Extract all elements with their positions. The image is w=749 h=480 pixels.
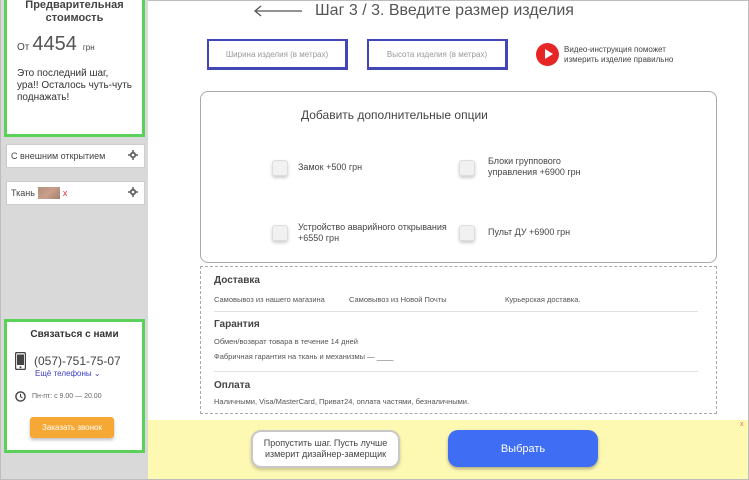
info-card: Доставка Самовывоз из нашего магазина Са… — [200, 266, 717, 414]
option-label-emergency: Устройство аварийного открывания +6550 г… — [298, 222, 447, 243]
option-checkbox-remote[interactable] — [459, 225, 475, 241]
more-phones-label: Ещё телефоны — [35, 369, 92, 378]
clock-icon — [15, 391, 26, 402]
more-phones-link[interactable]: Ещё телефоны ⌄ — [35, 369, 101, 378]
price-row: От 4454 грн — [17, 33, 132, 56]
video-instruction-text[interactable]: Видео-инструкция поможет измерить издели… — [564, 45, 684, 65]
contact-title: Связаться с нами — [30, 329, 119, 340]
payment-text: Наличными, Visa/MasterCard, Приват24, оп… — [214, 397, 470, 406]
warranty-title: Гарантия — [214, 319, 260, 330]
option-checkbox-emergency[interactable] — [272, 225, 288, 241]
phone-icon — [15, 352, 26, 370]
gear-icon[interactable] — [128, 187, 138, 197]
divider — [214, 371, 698, 372]
price-title: Предварительная стоимость — [25, 0, 124, 24]
selected-option-opening[interactable]: С внешним открытием — [6, 144, 145, 168]
selected-option-label: Ткань — [11, 188, 35, 198]
delivery-title: Доставка — [214, 275, 260, 286]
options-title: Добавить дополнительные опции — [301, 108, 488, 122]
width-placeholder: Ширина изделия (в метрах) — [225, 49, 329, 59]
option-checkbox-group-control[interactable] — [459, 160, 475, 176]
delivery-item: Самовывоз из Новой Почты — [349, 295, 447, 304]
divider — [214, 311, 698, 312]
hours-row: Пн-пт: с 9.00 — 20.00 — [15, 391, 102, 402]
price-note: Это последний шаг, ура!! Осталось чуть-ч… — [17, 68, 132, 103]
option-checkbox-lock[interactable] — [272, 160, 288, 176]
choose-button[interactable]: Выбрать — [448, 430, 598, 467]
payment-title: Оплата — [214, 380, 251, 391]
option-label-remote: Пульт ДУ +6900 грн — [488, 227, 571, 237]
fabric-swatch — [37, 187, 60, 199]
price-value: 4454 — [32, 33, 77, 55]
step-header: Шаг 3 / 3. Введите размер изделия — [253, 2, 574, 20]
warranty-line: Фабричная гарантия на ткань и механизмы … — [214, 352, 394, 361]
additional-options-card: Добавить дополнительные опции Замок +500… — [200, 91, 717, 263]
gear-icon[interactable] — [128, 150, 138, 160]
selected-option-fabric[interactable]: Ткань x — [6, 181, 145, 205]
step-title: Шаг 3 / 3. Введите размер изделия — [315, 2, 574, 19]
play-video-icon[interactable] — [536, 43, 559, 66]
height-placeholder: Высота изделия (в метрах) — [386, 49, 488, 59]
delivery-item: Самовывоз из нашего магазина — [214, 295, 325, 304]
skip-step-button[interactable]: Пропустить шаг. Пусть лучше измерит диза… — [251, 430, 400, 468]
sidebar: Предварительная стоимость От 4454 грн Эт… — [1, 0, 148, 479]
price-card: Предварительная стоимость От 4454 грн Эт… — [4, 0, 145, 137]
back-arrow-icon[interactable] — [253, 5, 303, 17]
option-label-group-control: Блоки группового управления +6900 грн — [488, 156, 581, 177]
remove-fabric-icon[interactable]: x — [63, 188, 68, 198]
height-input[interactable]: Высота изделия (в метрах) — [367, 39, 508, 70]
contact-card: Связаться с нами (057)-751-75-07 Ещё тел… — [4, 319, 145, 453]
warranty-line: Обмен/возврат товара в течение 14 дней — [214, 337, 358, 346]
delivery-item: Курьерская доставка. — [505, 295, 581, 304]
phone-number[interactable]: (057)-751-75-07 — [34, 354, 121, 368]
price-from-label: От — [17, 42, 30, 53]
close-icon[interactable]: x — [740, 421, 744, 428]
width-input[interactable]: Ширина изделия (в метрах) — [207, 39, 348, 70]
chevron-down-icon: ⌄ — [91, 369, 101, 378]
selected-option-label: С внешним открытием — [11, 151, 106, 161]
price-currency: грн — [82, 43, 95, 52]
order-call-button[interactable]: Заказать звонок — [30, 417, 114, 438]
phone-row: (057)-751-75-07 — [15, 352, 121, 370]
option-label-lock: Замок +500 грн — [298, 162, 363, 172]
skip-step-label: Пропустить шаг. Пусть лучше измерит диза… — [263, 438, 388, 459]
working-hours: Пн-пт: с 9.00 — 20.00 — [32, 393, 102, 400]
